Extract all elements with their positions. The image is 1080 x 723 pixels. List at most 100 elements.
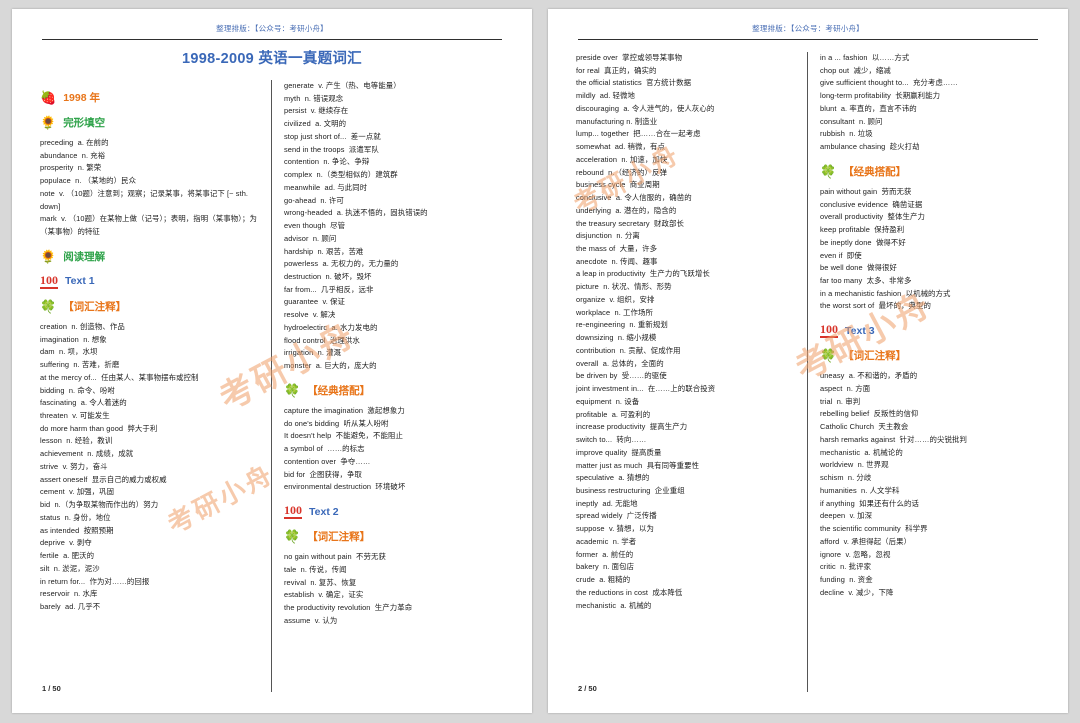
section-label: Text 2 — [309, 505, 339, 518]
pdf-viewer: 整理排版：【公众号：考研小舟】 1998-2009 英语一真题词汇 🍓 1998 … — [0, 0, 1080, 723]
vocabulary-entry: prosperity n. 繁荣 — [40, 163, 102, 173]
vocabulary-entry: suppose v. 猜想，以为 — [576, 524, 654, 534]
vocabulary-entry: keep profitable 保持盈利 — [820, 225, 905, 235]
vocabulary-entry: the official statistics 官方统计数据 — [576, 78, 692, 88]
vocabulary-entry: mechanistic a. 机械论的 — [820, 447, 903, 457]
vocabulary-entry: anecdote n. 传闻、趣事 — [576, 256, 658, 266]
vocabulary-entry: advisor n. 顾问 — [284, 233, 337, 243]
vocabulary-entry: be well done 做得很好 — [820, 263, 897, 273]
vocabulary-entry: capture the imagination 激起想象力 — [284, 405, 405, 415]
vocabulary-entry: lesson n. 经验，教训 — [40, 436, 113, 446]
vocabulary-list: capture the imagination 激起想象力 do one's bi… — [284, 405, 506, 494]
vocabulary-entry: environmental destruction 环境破坏 — [284, 482, 406, 492]
clover-icon: 🍀 — [40, 298, 57, 314]
vocabulary-entry: trial n. 审判 — [820, 396, 861, 406]
vocabulary-entry: even though 尽管 — [284, 221, 346, 231]
vocabulary-entry: mark v. （10题）在某物上做（记号）；表明，指明（某事物）；为（某事物）… — [40, 214, 257, 237]
vocabulary-entry: chop out 减少，缩减 — [820, 65, 891, 75]
vocabulary-entry: speculative a. 猜想的 — [576, 473, 650, 483]
vocabulary-entry: consultant n. 顾问 — [820, 116, 883, 126]
clover-icon: 🍀 — [284, 382, 301, 398]
vocabulary-entry: myth n. 错误观念 — [284, 93, 344, 103]
vocabulary-entry: complex n.（类型相似的）建筑群 — [284, 170, 398, 180]
vocabulary-entry: a symbol of ……的标志 — [284, 444, 365, 454]
vocabulary-entry: academic n. 学者 — [576, 536, 637, 546]
vocabulary-entry: stop just short of... 差一点就 — [284, 131, 381, 141]
vocabulary-entry: do one's bidding 听从某人吩咐 — [284, 418, 389, 428]
right-column-page2: in a ... fashion 以……方式 chop out 减少，缩减 give… — [808, 52, 1052, 692]
vocabulary-entry: disjunction n. 分离 — [576, 231, 640, 241]
page-footer-1: 1 / 50 — [42, 684, 61, 693]
section-label: 【词汇注释】 — [63, 300, 127, 313]
vocabulary-entry: hardship n. 艰苦，苦难 — [284, 246, 364, 256]
vocabulary-entry: the scientific community 科学界 — [820, 524, 928, 534]
hundred-icon: 100 — [820, 322, 838, 339]
vocabulary-entry: ignore v. 忽略，忽视 — [820, 549, 891, 559]
vocabulary-list: preceding a. 在前的 abundance n. 充裕 prosperit… — [40, 137, 261, 239]
page-footer-2: 2 / 50 — [578, 684, 597, 693]
vocabulary-entry: preside over 掌控或领导某事物 — [576, 53, 683, 62]
section-label: 【经典搭配】 — [307, 384, 371, 397]
vocabulary-entry: bid n.（为争取某物而作出的）努力 — [40, 500, 159, 510]
vocabulary-entry: manufacturing n. 制造业 — [576, 116, 658, 126]
section-heading: 🌻 完形填空 — [40, 115, 261, 130]
vocabulary-entry: fertile a. 肥沃的 — [40, 551, 95, 561]
vocabulary-entry: acceleration n. 加速，加快 — [576, 154, 668, 164]
vocabulary-entry: if anything 如果还有什么的话 — [820, 498, 920, 508]
section-heading: 🍀 【词汇注释】 — [820, 348, 1042, 363]
vocabulary-entry: tale n. 传说，传闻 — [284, 564, 347, 574]
vocabulary-entry: threaten v. 可能发生 — [40, 411, 110, 421]
sunflower-icon: 🌻 — [40, 115, 57, 130]
section-heading: 100 Text 2 — [284, 504, 506, 520]
vocabulary-entry: dam n. 坝，水坝 — [40, 347, 98, 357]
vocabulary-entry: assume v. 认为 — [284, 615, 338, 625]
section-heading: 🍀 【词汇注释】 — [284, 529, 506, 544]
vocabulary-entry: worldview n. 世界观 — [820, 460, 889, 470]
vocabulary-entry: flood control 治理洪水 — [284, 335, 360, 345]
vocabulary-entry: bakery n. 面包店 — [576, 562, 635, 572]
document-page-1[interactable]: 整理排版：【公众号：考研小舟】 1998-2009 英语一真题词汇 🍓 1998 … — [12, 9, 532, 713]
section-label: 【经典搭配】 — [843, 165, 907, 178]
vocabulary-entry: mildly ad. 轻微地 — [576, 91, 635, 101]
vocabulary-entry: cement v. 加强，巩固 — [40, 487, 115, 497]
vocabulary-entry: underlying a. 潜在的，隐含的 — [576, 205, 677, 215]
vocabulary-entry: business cycle 商业周期 — [576, 180, 660, 190]
page-header-2: 整理排版：【公众号：考研小舟】 — [578, 23, 1038, 40]
vocabulary-entry: far from... 几乎相反，远非 — [284, 284, 374, 294]
vocabulary-entry: the mass of 大量，许多 — [576, 244, 658, 254]
vocabulary-entry: powerless a. 无权力的，无力量的 — [284, 259, 399, 269]
vocabulary-entry: contention over 争夺…… — [284, 456, 371, 466]
left-column-page1: 🍓 1998 年 🌻 完形填空 preceding a. 在前的 abundance n.… — [28, 80, 272, 692]
document-page-2[interactable]: 整理排版：【公众号：考研小舟】 preside over 掌控或领导某事物 for… — [548, 9, 1068, 713]
vocabulary-entry: improve quality 提高质量 — [576, 447, 662, 457]
vocabulary-entry: status n. 身份，地位 — [40, 512, 111, 522]
section-heading: 100 Text 1 — [40, 274, 261, 289]
vocabulary-entry: workplace n. 工作场所 — [576, 307, 653, 317]
vocabulary-entry: hydroelectirc a. 水力发电的 — [284, 322, 378, 332]
vocabulary-entry: critic n. 批评家 — [820, 562, 872, 572]
vocabulary-list: no gain without pain 不劳无获 tale n. 传说，传闻 re… — [284, 551, 506, 627]
vocabulary-entry: destruction n. 破坏，毁坏 — [284, 272, 372, 282]
vocabulary-entry: the worst sort of 最坏的，典型的 — [820, 301, 932, 311]
vocabulary-entry: former a. 前任的 — [576, 549, 634, 559]
vocabulary-entry: note v. （10题）注意到；观察；记录某事，将某事记下 [~ sth. d… — [40, 188, 251, 211]
vocabulary-entry: long-term profitability 长期赢利能力 — [820, 91, 941, 101]
section-heading: 🍀 【经典搭配】 — [820, 164, 1042, 179]
vocabulary-entry: deprive v. 剥夺 — [40, 538, 92, 548]
vocabulary-entry: barely ad. 几乎不 — [40, 602, 101, 612]
vocabulary-entry: be driven by 受……的驱使 — [576, 371, 667, 381]
vocabulary-entry: revival n. 复苏、恢复 — [284, 577, 357, 587]
vocabulary-entry: Catholic Church 天主教会 — [820, 422, 909, 432]
vocabulary-entry: at the mercy of... 任由某人、某事物摆布或控制 — [40, 372, 199, 382]
vocabulary-entry: do more harm than good 弊大于利 — [40, 423, 158, 433]
vocabulary-entry: conclusive a. 令人信服的，确凿的 — [576, 193, 692, 203]
section-heading: 🍀 【词汇注释】 — [40, 299, 261, 314]
vocabulary-entry: persist v. 继续存在 — [284, 106, 349, 116]
vocabulary-entry: decline v. 减少，下降 — [820, 587, 894, 597]
vocabulary-entry: mechanistic a. 机械的 — [576, 600, 652, 610]
vocabulary-entry: rubbish n. 垃圾 — [820, 129, 873, 139]
vocabulary-entry: uneasy a. 不和谐的，矛盾的 — [820, 371, 918, 381]
vocabulary-entry: pain without gain 劳而无获 — [820, 186, 912, 196]
vocabulary-entry: business restructuring 企业重组 — [576, 485, 685, 495]
vocabulary-entry: in return for... 作为对……的回报 — [40, 576, 150, 586]
